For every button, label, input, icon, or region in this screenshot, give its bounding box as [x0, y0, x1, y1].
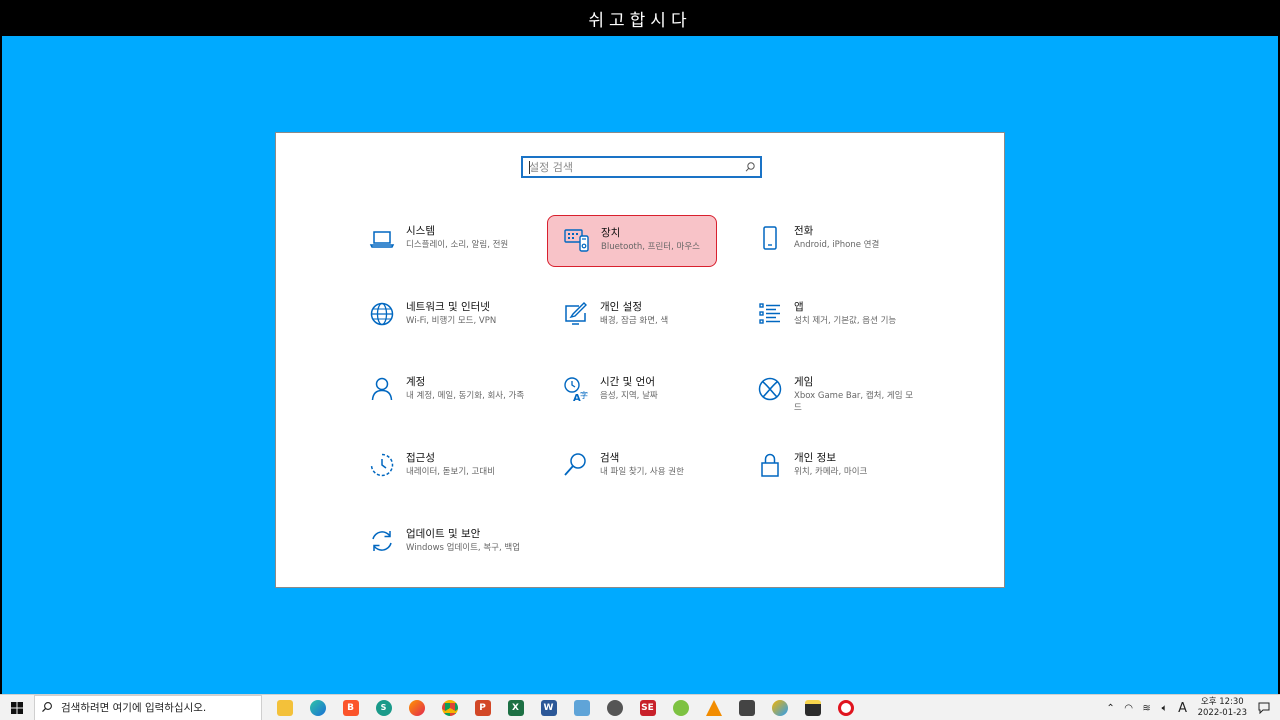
excel-icon[interactable]: X: [499, 695, 532, 720]
settings-item-devices[interactable]: 장치 Bluetooth, 프린터, 마우스: [547, 215, 717, 267]
item-title: 개인 정보: [794, 452, 836, 464]
item-desc: 디스플레이, 소리, 알림, 전원: [406, 240, 509, 250]
devices-icon: [563, 226, 591, 254]
file-explorer-icon[interactable]: [268, 695, 301, 720]
item-desc: Wi-Fi, 비행기 모드, VPN: [406, 316, 497, 326]
settings-item-system[interactable]: 시스템 디스플레이, 소리, 알림, 전원: [353, 214, 523, 266]
taskbar: 검색하려면 여기에 입력하십시오. B S P X W SE ⌃ ◠ ≋ 🔈︎ …: [0, 694, 1280, 720]
person-icon: [368, 375, 396, 403]
opera-icon[interactable]: [829, 695, 862, 720]
settings-search-box[interactable]: [521, 156, 762, 178]
text-caret: [529, 161, 530, 174]
clock[interactable]: 오후 12:30 2022-01-23: [1198, 697, 1247, 719]
word-icon[interactable]: W: [532, 695, 565, 720]
settings-item-apps[interactable]: 앱 설치 제거, 기본값, 옵션 기능: [741, 290, 911, 342]
svg-text:字: 字: [580, 390, 588, 400]
item-title: 앱: [794, 301, 804, 313]
title-bar-text: 쉬고합시다: [588, 10, 692, 31]
powerpoint-icon[interactable]: P: [466, 695, 499, 720]
wifi-icon[interactable]: ≋: [1139, 703, 1155, 714]
item-title: 게임: [794, 376, 814, 388]
item-title: 네트워크 및 인터넷: [406, 301, 490, 313]
network-icon[interactable]: ◠: [1121, 703, 1137, 714]
chevron-up-icon[interactable]: ⌃: [1103, 703, 1119, 714]
paint-app-icon[interactable]: [598, 695, 631, 720]
item-desc: 내 계정, 메일, 동기화, 회사, 가족: [406, 391, 525, 401]
item-title: 계정: [406, 376, 426, 388]
media-app-icon[interactable]: [763, 695, 796, 720]
item-desc: 위치, 카메라, 마이크: [794, 467, 868, 477]
notification-icon[interactable]: [1256, 702, 1272, 714]
clock-time: 오후 12:30: [1200, 697, 1244, 707]
settings-item-accessibility[interactable]: 접근성 내레이터, 돋보기, 고대비: [353, 441, 523, 493]
item-title: 접근성: [406, 452, 435, 464]
windows-start-icon[interactable]: [0, 695, 34, 720]
settings-item-update-security[interactable]: 업데이트 및 보안 Windows 업데이트, 복구, 백업: [353, 517, 523, 569]
firefox-icon[interactable]: [400, 695, 433, 720]
ime-indicator[interactable]: A: [1175, 701, 1191, 716]
lock-icon: [756, 451, 784, 479]
item-title: 시스템: [406, 225, 435, 237]
settings-item-phone[interactable]: 전화 Android, iPhone 연결: [741, 214, 911, 266]
update-icon: [368, 527, 396, 555]
apps-list-icon: [756, 300, 784, 328]
settings-item-accounts[interactable]: 계정 내 계정, 메일, 동기화, 회사, 가족: [353, 365, 524, 417]
system-tray: ⌃ ◠ ≋ 🔈︎ A 오후 12:30 2022-01-23: [1102, 695, 1280, 720]
item-title: 개인 설정: [600, 301, 642, 313]
settings-item-network[interactable]: 네트워크 및 인터넷 Wi-Fi, 비행기 모드, VPN: [353, 290, 523, 342]
item-desc: Android, iPhone 연결: [794, 240, 880, 250]
search-icon: [41, 698, 53, 717]
settings-item-time-language[interactable]: A字 시간 및 언어 음성, 지역, 날짜: [547, 365, 717, 417]
item-title: 장치: [601, 227, 621, 239]
taskbar-search-placeholder: 검색하려면 여기에 입력하십시오.: [61, 702, 207, 714]
personalization-icon: [562, 300, 590, 328]
item-title: 시간 및 언어: [600, 376, 655, 388]
app-teal-icon[interactable]: S: [367, 695, 400, 720]
title-bar: 쉬고합시다: [0, 0, 1280, 36]
clock-date: 2022-01-23: [1197, 708, 1247, 718]
settings-item-search[interactable]: 검색 내 파일 찾기, 사용 권한: [547, 441, 717, 493]
laptop-icon: [368, 224, 396, 252]
item-title: 전화: [794, 225, 814, 237]
sticky-notes-icon[interactable]: [796, 695, 829, 720]
item-desc: 배경, 잠금 화면, 색: [600, 316, 669, 326]
globe-icon: [368, 300, 396, 328]
brave-icon[interactable]: B: [334, 695, 367, 720]
vlc-icon[interactable]: [697, 695, 730, 720]
se-app-icon[interactable]: SE: [631, 695, 664, 720]
settings-item-personalization[interactable]: 개인 설정 배경, 잠금 화면, 색: [547, 290, 717, 342]
taskbar-search-box[interactable]: 검색하려면 여기에 입력하십시오.: [34, 694, 262, 720]
taskbar-pinned-apps: B S P X W SE: [268, 695, 862, 720]
calculator-icon[interactable]: [730, 695, 763, 720]
item-desc: Xbox Game Bar, 캡처, 게임 모드: [794, 391, 914, 413]
search-icon[interactable]: [740, 158, 760, 176]
green-app-icon[interactable]: [664, 695, 697, 720]
item-desc: 설치 제거, 기본값, 옵션 기능: [794, 316, 897, 326]
accessibility-icon: [368, 451, 396, 479]
volume-icon[interactable]: 🔈︎: [1157, 703, 1173, 714]
settings-search-input[interactable]: [523, 158, 740, 176]
item-desc: Windows 업데이트, 복구, 백업: [406, 543, 521, 553]
item-desc: Bluetooth, 프린터, 마우스: [601, 242, 700, 252]
settings-item-gaming[interactable]: 게임 Xbox Game Bar, 캡처, 게임 모드: [741, 365, 913, 417]
edge-icon[interactable]: [301, 695, 334, 720]
search-icon: [562, 451, 590, 479]
item-title: 업데이트 및 보안: [406, 528, 481, 540]
item-title: 검색: [600, 452, 620, 464]
monitor-app-icon[interactable]: [565, 695, 598, 720]
chrome-icon[interactable]: [433, 695, 466, 720]
item-desc: 음성, 지역, 날짜: [600, 391, 658, 401]
time-language-icon: A字: [562, 375, 590, 404]
item-desc: 내 파일 찾기, 사용 권한: [600, 467, 684, 477]
settings-window: 시스템 디스플레이, 소리, 알림, 전원 장치 Bluetooth, 프린터,…: [275, 132, 1005, 588]
item-desc: 내레이터, 돋보기, 고대비: [406, 467, 496, 477]
phone-icon: [756, 224, 784, 252]
settings-item-privacy[interactable]: 개인 정보 위치, 카메라, 마이크: [741, 441, 911, 493]
xbox-icon: [756, 375, 784, 403]
